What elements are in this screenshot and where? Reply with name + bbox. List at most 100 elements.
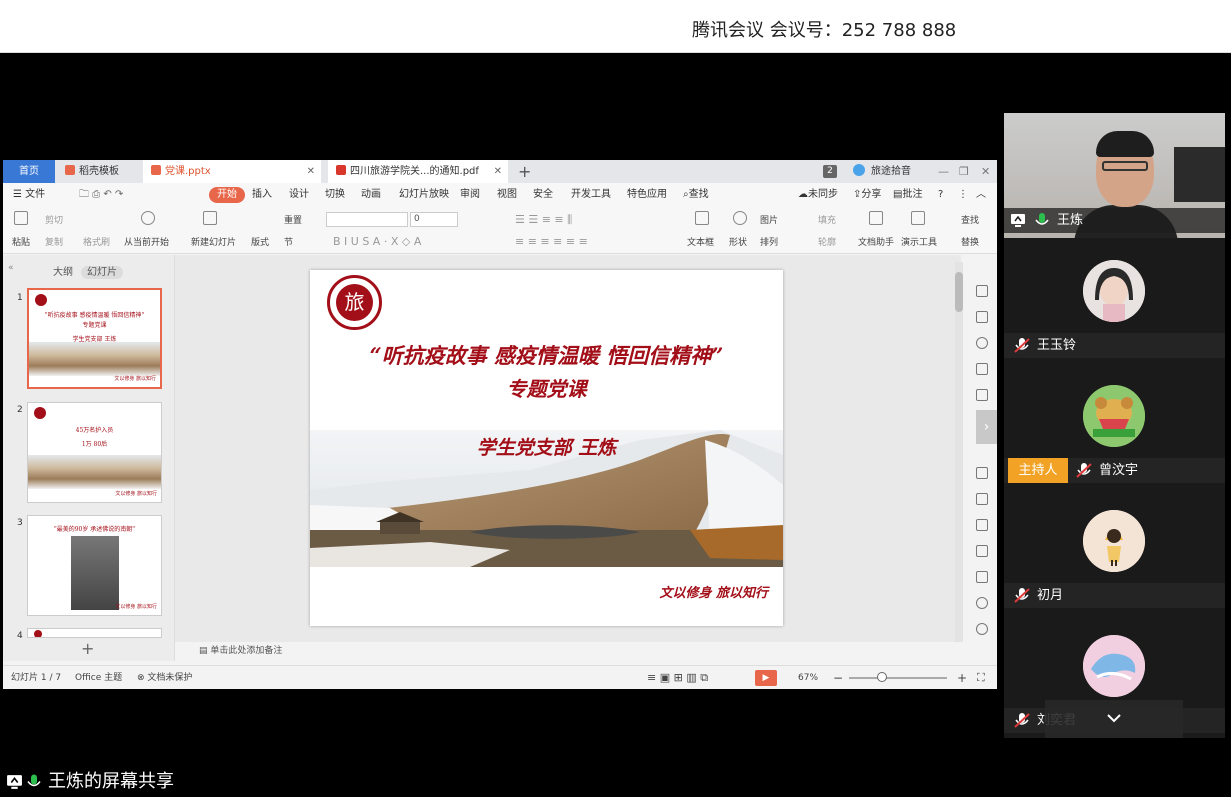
user-account[interactable]: 旅途拾音: [853, 160, 911, 183]
menu-home[interactable]: 开始: [209, 187, 245, 203]
slide-thumbnail[interactable]: "听抗疫故事 感疫情温暖 悟回信精神" 专题党课 学生党支部 王炼 文以修身 旅…: [27, 288, 162, 389]
slide-canvas[interactable]: 旅 “听抗疫故事 感疫情温暖 悟回信精神” 专题党课 学生党支部 王炼 文以修身…: [175, 255, 961, 642]
chevron-right-icon[interactable]: ›: [976, 410, 997, 444]
close-icon[interactable]: ✕: [494, 160, 502, 183]
zoom-slider-handle[interactable]: [877, 672, 887, 682]
scrollbar-thumb[interactable]: [955, 272, 963, 312]
participant-hair: [1096, 131, 1154, 157]
new-slide-button[interactable]: 新建幻灯片: [191, 235, 236, 248]
menu-view[interactable]: 视图: [497, 183, 517, 207]
more-icon[interactable]: ⋮: [958, 183, 968, 207]
paragraph-icons[interactable]: ☰ ☰ ≡ ≡ ⫼: [515, 213, 572, 227]
grid-tool-icon[interactable]: [976, 389, 988, 401]
notes-area[interactable]: ▤ 单击此处添加备注: [175, 642, 961, 661]
thumb-line: 45万名护入员: [75, 427, 114, 434]
copy-tool-icon[interactable]: [976, 467, 988, 479]
audio-tool-icon[interactable]: [976, 571, 988, 583]
collapse-list-button[interactable]: [1045, 700, 1183, 738]
menu-slideshow[interactable]: 幻灯片放映: [399, 183, 449, 207]
picture-button[interactable]: 图片: [760, 213, 778, 226]
menu-search[interactable]: ⌕查找: [683, 183, 709, 207]
history-tool-icon[interactable]: [976, 623, 988, 635]
security-tool-icon[interactable]: [976, 597, 988, 609]
collapse-ribbon-icon[interactable]: ︿: [976, 183, 986, 207]
add-slide-button[interactable]: +: [81, 641, 94, 657]
tab-home[interactable]: 首页: [3, 160, 55, 183]
tab-template[interactable]: 稻壳模板: [55, 160, 143, 183]
shape-button[interactable]: 形状: [729, 235, 747, 248]
maximize-icon[interactable]: ❐: [959, 160, 969, 183]
align-icons[interactable]: ≡ ≡ ≡ ≡ ≡ ≡: [515, 235, 588, 248]
archive-tool-icon[interactable]: [976, 519, 988, 531]
doc-helper-button[interactable]: 文档助手: [858, 235, 894, 248]
menu-transition[interactable]: 切换: [325, 183, 345, 207]
menu-developer[interactable]: 开发工具: [571, 183, 611, 207]
layout-button[interactable]: 版式: [251, 235, 269, 248]
font-family-select[interactable]: [326, 212, 408, 227]
image-tool-icon[interactable]: [976, 545, 988, 557]
sync-status[interactable]: ☁未同步: [798, 183, 838, 207]
comment-button[interactable]: ▤批注: [893, 183, 922, 207]
protect-status[interactable]: ⊗ 文档未保护: [137, 666, 192, 689]
quick-access-icons[interactable]: 🗀 ⎙ ↶ ↷: [79, 183, 123, 207]
close-icon[interactable]: ✕: [307, 160, 315, 183]
slide-thumbnail[interactable]: 45万名护入员 1万 80后 文以修身 旅以知行: [27, 402, 162, 503]
slideshow-play-button[interactable]: ▶: [755, 670, 777, 686]
fit-window-icon[interactable]: ⛶: [977, 666, 985, 689]
arrange-button[interactable]: 排列: [760, 235, 778, 248]
paste-button[interactable]: 粘贴: [12, 235, 30, 248]
reset-button[interactable]: 重置: [284, 213, 302, 226]
new-tab-button[interactable]: +: [518, 160, 531, 183]
format-painter-button[interactable]: 格式刷: [83, 235, 110, 248]
participant-name-bar: 初月: [1004, 583, 1225, 608]
zoom-out-icon[interactable]: −: [833, 666, 843, 689]
menu-design[interactable]: 设计: [289, 183, 309, 207]
menu-security[interactable]: 安全: [533, 183, 553, 207]
copy-button[interactable]: 复制: [45, 235, 63, 248]
logo-icon: [34, 630, 42, 637]
new-slide-icon: [203, 211, 217, 228]
close-window-icon[interactable]: ✕: [981, 160, 990, 183]
section-button[interactable]: 节: [284, 235, 293, 248]
zoom-level[interactable]: 67%: [798, 666, 818, 689]
play-from-current-button[interactable]: 从当前开始: [124, 235, 169, 248]
menu-special[interactable]: 特色应用: [627, 183, 667, 207]
menu-insert[interactable]: 插入: [252, 183, 272, 207]
present-tools-button[interactable]: 演示工具: [901, 235, 937, 248]
view-mode-icons[interactable]: ≡ ▣ ⊞ ▥ ⧉: [647, 666, 708, 689]
participant-video[interactable]: 王炼: [1004, 113, 1225, 238]
screen-share-icon: [1011, 214, 1025, 227]
user-avatar-icon: [853, 164, 865, 176]
ribbon-toolbar: 粘贴 剪切 复制 格式刷 从当前开始 新建幻灯片 版式 重置 节 0 B I U…: [3, 207, 997, 254]
fill-tool-icon[interactable]: [976, 363, 988, 375]
style-tool-icon[interactable]: [976, 311, 988, 323]
select-tool-icon[interactable]: [976, 285, 988, 297]
vertical-scrollbar[interactable]: [955, 262, 963, 642]
tab-outline[interactable]: 大纲: [53, 267, 73, 278]
tab-pdf[interactable]: 四川旅游学院关...的通知.pdf ✕: [328, 160, 508, 183]
zoom-in-icon[interactable]: +: [957, 666, 967, 689]
fill-button[interactable]: 填充: [818, 213, 836, 226]
find-button[interactable]: 查找: [961, 213, 979, 226]
cut-button[interactable]: 剪切: [45, 213, 63, 226]
slide-thumbnail[interactable]: [27, 628, 162, 638]
replace-button[interactable]: 替换: [961, 235, 979, 248]
tab-slides[interactable]: 幻灯片: [81, 266, 123, 279]
menu-animation[interactable]: 动画: [361, 183, 381, 207]
menu-review[interactable]: 审阅: [460, 183, 480, 207]
font-size-select[interactable]: 0: [410, 212, 458, 227]
share-button[interactable]: ⇪分享: [853, 183, 881, 207]
outline-button[interactable]: 轮廓: [818, 235, 836, 248]
collapse-panel-icon[interactable]: «: [8, 263, 14, 273]
help-icon[interactable]: ?: [938, 183, 943, 207]
font-format-icons[interactable]: B I U S A · X ◇ A: [333, 235, 421, 248]
slide-thumbnail[interactable]: "最美的90岁 承述佛说的南朝" 文以修身 旅以知行: [27, 515, 162, 616]
tab-ppt[interactable]: 党课.pptx ✕: [143, 160, 321, 183]
textbox-button[interactable]: 文本框: [687, 235, 714, 248]
zoom-slider[interactable]: [849, 677, 947, 679]
export-tool-icon[interactable]: [976, 493, 988, 505]
current-slide[interactable]: 旅 “听抗疫故事 感疫情温暖 悟回信精神” 专题党课 学生党支部 王炼 文以修身…: [310, 270, 783, 626]
shape-tool-icon[interactable]: [976, 337, 988, 349]
minimize-icon[interactable]: —: [938, 160, 949, 183]
menu-file[interactable]: ☰ 文件: [13, 183, 45, 207]
